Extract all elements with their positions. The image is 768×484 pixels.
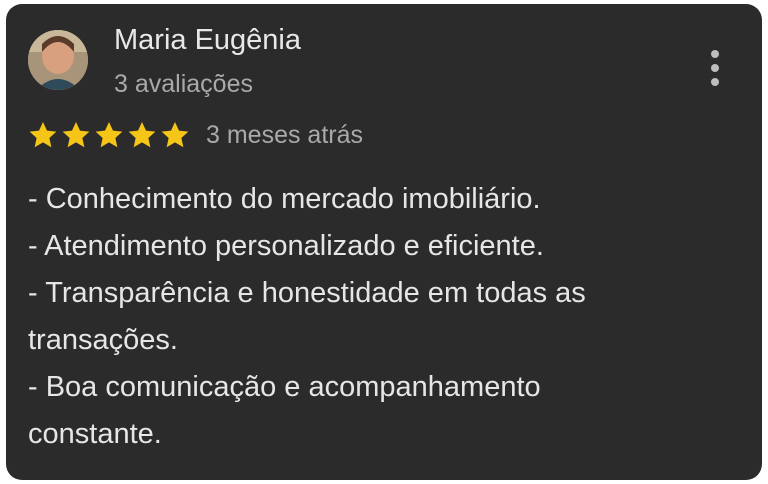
avatar[interactable] [28,30,88,90]
more-options-button[interactable] [700,46,730,90]
review-text-line: - Boa comunicação e acompanhamento [28,371,541,403]
review-text: - Conhecimento do mercado imobiliário. - … [28,176,728,458]
review-text-line: constante. [28,418,162,450]
star-icon [62,122,90,148]
rating-row: 3 meses atrás [28,118,363,152]
reviews-count: 3 avaliações [114,70,253,98]
review-text-line: - Conhecimento do mercado imobiliário. [28,183,541,215]
more-vert-icon-dot [711,64,719,72]
star-icon [161,122,189,148]
more-vert-icon [711,50,719,58]
review-text-line: transações. [28,324,178,356]
author-name[interactable]: Maria Eugênia [114,24,301,57]
star-rating [28,120,190,150]
star-icon [29,122,57,148]
star-icon [128,122,156,148]
star-icon [95,122,123,148]
review-card: Maria Eugênia 3 avaliações 3 meses atrás… [6,4,762,480]
avatar-photo [28,30,88,90]
review-time: 3 meses atrás [206,120,364,149]
review-text-line: - Atendimento personalizado e eficiente. [28,230,544,262]
more-vert-icon-dot [711,78,719,86]
review-text-line: - Transparência e honestidade em todas a… [28,277,586,309]
